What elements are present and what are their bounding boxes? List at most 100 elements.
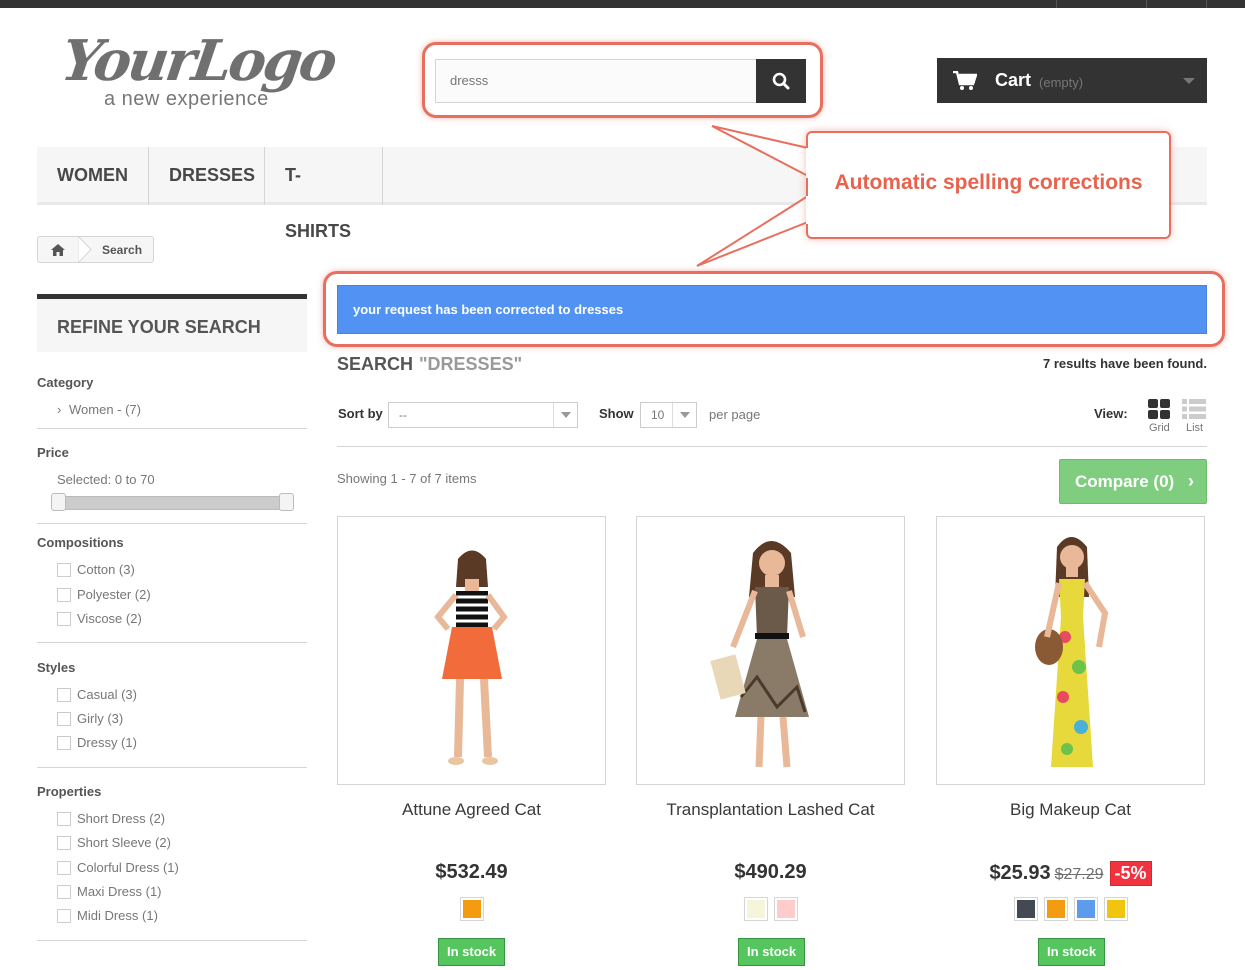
list-icon xyxy=(1182,399,1206,419)
top-bar-divider xyxy=(1146,0,1147,8)
menu-item-women[interactable]: WOMEN xyxy=(37,147,149,205)
search-button[interactable] xyxy=(756,59,806,103)
checkbox[interactable] xyxy=(57,884,71,899)
filter-option-maxi-dress[interactable]: Maxi Dress (1) xyxy=(57,884,162,899)
grid-view-button[interactable] xyxy=(1147,398,1171,425)
color-swatch[interactable] xyxy=(1103,897,1128,921)
filter-divider xyxy=(37,767,307,768)
product-photo xyxy=(1035,537,1109,767)
chevron-right-icon: › xyxy=(57,402,62,417)
home-icon xyxy=(51,243,65,256)
chevron-down-icon xyxy=(1183,78,1195,84)
list-view-button[interactable] xyxy=(1182,398,1206,425)
sort-select[interactable]: -- xyxy=(388,402,578,428)
sort-select-value: -- xyxy=(399,408,407,422)
price-value: $25.93 xyxy=(989,862,1051,884)
breadcrumb-current: Search xyxy=(102,243,143,257)
menu-item-dresses[interactable]: DRESSES xyxy=(149,147,265,205)
checkbox[interactable] xyxy=(57,687,71,702)
checkbox[interactable] xyxy=(57,587,71,602)
callout-text: Automatic spelling corrections xyxy=(834,171,1143,194)
filter-option-short-dress[interactable]: Short Dress (2) xyxy=(57,811,165,826)
product-image[interactable] xyxy=(936,516,1205,785)
filter-option-label: Colorful Dress (1) xyxy=(77,860,179,875)
compare-button[interactable]: Compare (0) › xyxy=(1059,459,1207,504)
top-bar-divider xyxy=(1056,0,1057,8)
price-slider-min-handle[interactable] xyxy=(51,493,66,511)
price-value: $490.29 xyxy=(734,861,807,883)
checkbox[interactable] xyxy=(57,562,71,577)
filter-option-label: Dressy (1) xyxy=(77,735,137,750)
top-bar xyxy=(0,0,1245,8)
product-name[interactable]: Transplantation Lashed Cat xyxy=(636,800,905,820)
stock-badge: In stock xyxy=(1038,938,1106,966)
stock-badge: In stock xyxy=(738,938,806,966)
color-swatch[interactable] xyxy=(1043,897,1068,921)
per-page-select[interactable]: 10 xyxy=(640,402,697,428)
discount-badge: -5% xyxy=(1109,861,1152,886)
search-heading-query: "DRESSES" xyxy=(419,354,523,374)
color-swatches xyxy=(636,897,905,921)
color-swatches xyxy=(337,897,606,921)
compare-label: Compare (0) xyxy=(1075,472,1175,491)
logo-wordmark: YourLogo xyxy=(57,28,339,94)
search-input[interactable]: dresss xyxy=(435,59,757,103)
filter-option-cotton[interactable]: Cotton (3) xyxy=(57,562,135,577)
checkbox[interactable] xyxy=(57,811,71,826)
price-slider[interactable] xyxy=(52,496,292,510)
checkbox[interactable] xyxy=(57,835,71,850)
top-bar-divider xyxy=(1206,0,1207,8)
price-slider-max-handle[interactable] xyxy=(279,493,294,511)
old-price: $27.29 xyxy=(1054,866,1104,883)
product-image[interactable] xyxy=(337,516,606,785)
filter-option-midi-dress[interactable]: Midi Dress (1) xyxy=(57,908,158,923)
filter-option-short-sleeve[interactable]: Short Sleeve (2) xyxy=(57,835,171,850)
product-photo xyxy=(434,550,508,765)
filter-title-compositions: Compositions xyxy=(37,535,124,550)
product-name[interactable]: Attune Agreed Cat xyxy=(337,800,606,820)
checkbox[interactable] xyxy=(57,611,71,626)
filter-option-viscose[interactable]: Viscose (2) xyxy=(57,611,142,626)
checkbox[interactable] xyxy=(57,860,71,875)
filter-title-properties: Properties xyxy=(37,784,102,799)
filter-option-colorful-dress[interactable]: Colorful Dress (1) xyxy=(57,860,179,875)
product-image[interactable] xyxy=(636,516,905,785)
refine-search-header: REFINE YOUR SEARCH xyxy=(37,294,307,352)
price-selected: Selected: 0 to 70 xyxy=(57,472,155,487)
cart-icon xyxy=(953,70,977,90)
color-swatch[interactable] xyxy=(459,897,484,921)
store-logo[interactable]: YourLogo a new experience xyxy=(57,28,362,118)
checkbox[interactable] xyxy=(57,711,71,726)
breadcrumb: Search xyxy=(37,236,154,263)
menu-item-tshirts[interactable]: T-SHIRTS xyxy=(265,147,383,241)
product-photo xyxy=(710,541,809,768)
color-swatch[interactable] xyxy=(773,897,798,921)
sidebar-title: REFINE YOUR SEARCH xyxy=(57,317,261,337)
checkbox[interactable] xyxy=(57,908,71,923)
breadcrumb-home[interactable] xyxy=(38,237,78,262)
cart-button[interactable]: Cart (empty) xyxy=(937,58,1207,103)
filter-option-casual[interactable]: Casual (3) xyxy=(57,687,137,702)
grid-icon xyxy=(1148,399,1170,419)
filter-option-women[interactable]: Women - (7) xyxy=(69,402,141,417)
chevron-down-icon xyxy=(553,403,577,427)
checkbox[interactable] xyxy=(57,735,71,750)
color-swatch[interactable] xyxy=(743,897,768,921)
filter-divider xyxy=(37,428,307,429)
product-price: $490.29 xyxy=(636,861,905,884)
filter-option-label: Girly (3) xyxy=(77,711,124,726)
color-swatch[interactable] xyxy=(1013,897,1038,921)
filter-option-polyester[interactable]: Polyester (2) xyxy=(57,587,151,602)
product-name[interactable]: Big Makeup Cat xyxy=(936,800,1205,820)
filter-title-category: Category xyxy=(37,375,94,390)
filter-option-label: Cotton (3) xyxy=(77,562,135,577)
color-swatch[interactable] xyxy=(1073,897,1098,921)
stock-badge: In stock xyxy=(438,938,506,966)
callout-bubble: Automatic spelling corrections xyxy=(806,131,1171,239)
filter-option-girly[interactable]: Girly (3) xyxy=(57,711,123,726)
filter-option-dressy[interactable]: Dressy (1) xyxy=(57,735,137,750)
toolbar-divider xyxy=(337,446,1207,447)
spelling-correction-notice: your request has been corrected to dress… xyxy=(337,285,1207,334)
filter-option-label: Short Dress (2) xyxy=(77,811,166,826)
filter-option-label: Polyester (2) xyxy=(77,587,151,602)
